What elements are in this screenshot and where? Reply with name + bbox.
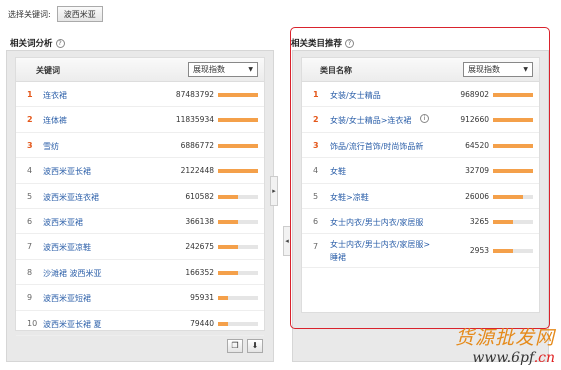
index-bar-fill <box>218 321 228 326</box>
keyword-link[interactable]: 波西米亚连衣裙 <box>43 192 99 203</box>
index-bar-fill <box>218 169 258 174</box>
table-row: 4 波西米亚长裙 2122448 <box>16 158 264 184</box>
rank-number: 5 <box>27 191 33 201</box>
rank-number: 7 <box>27 242 33 252</box>
highlight-box <box>290 27 550 329</box>
rank-number: 6 <box>27 216 33 226</box>
watermark-title: 货源批发网 <box>454 327 555 349</box>
related-words-title: 相关词分析 ? <box>10 37 65 49</box>
watermark-url-main: www.6pf <box>472 350 534 366</box>
index-value: 2122448 <box>180 166 214 176</box>
keyword-link[interactable]: 沙滩裙 波西米亚 <box>43 268 102 279</box>
copy-icon[interactable]: ❐ <box>227 339 243 353</box>
index-value: 166352 <box>185 267 214 277</box>
index-value: 95931 <box>190 293 214 303</box>
selected-keyword-button[interactable]: 波西米亚 <box>56 6 103 22</box>
index-bar <box>218 219 258 224</box>
rank-number: 3 <box>27 140 33 150</box>
related-words-title-text: 相关词分析 <box>10 39 53 49</box>
table-header: 关键词 展现指数 ▼ <box>16 58 264 82</box>
index-bar-fill <box>218 118 258 123</box>
index-value: 11835934 <box>175 115 214 125</box>
rank-number: 2 <box>27 115 33 125</box>
index-bar <box>218 118 258 123</box>
keyword-link[interactable]: 波西米亚长裙 夏 <box>43 319 102 330</box>
table-row: 1 连衣裙 87483792 <box>16 82 264 108</box>
index-bar-fill <box>218 245 238 250</box>
index-bar-fill <box>218 194 238 199</box>
keyword-link[interactable]: 波西米亚凉鞋 <box>43 242 91 253</box>
metric-select-value: 展现指数 <box>193 65 225 74</box>
index-bar <box>218 245 258 250</box>
rank-number: 9 <box>27 293 33 303</box>
keyword-link[interactable]: 波西米亚裙 <box>43 217 83 228</box>
index-bar <box>218 270 258 275</box>
expand-right-handle[interactable]: ▸ <box>270 176 278 206</box>
rank-number: 10 <box>27 318 38 328</box>
help-icon[interactable]: ? <box>55 38 65 48</box>
rank-number: 8 <box>27 267 33 277</box>
keyword-link[interactable]: 连体裤 <box>43 115 67 126</box>
index-value: 79440 <box>190 318 214 328</box>
table-row: 9 波西米亚短裙 95931 <box>16 285 264 311</box>
index-bar <box>218 143 258 148</box>
table-row: 3 雪纺 6886772 <box>16 133 264 159</box>
keyword-link[interactable]: 波西米亚长裙 <box>43 166 91 177</box>
watermark-url-tld: .cn <box>533 350 555 366</box>
watermark-url: www.6pf.cn <box>455 350 555 366</box>
index-value: 366138 <box>185 216 214 226</box>
keyword-link[interactable]: 波西米亚短裙 <box>43 293 91 304</box>
index-bar-fill <box>218 93 258 97</box>
download-icon[interactable]: ⬇ <box>247 339 263 353</box>
index-bar-fill <box>218 143 258 148</box>
table-row: 6 波西米亚裙 366138 <box>16 209 264 235</box>
chevron-down-icon: ▼ <box>248 66 253 73</box>
index-value: 6886772 <box>180 140 214 150</box>
watermark: 货源批发网 www.6pf.cn <box>455 323 555 366</box>
keyword-link[interactable]: 连衣裙 <box>43 90 67 101</box>
index-value: 87483792 <box>175 90 214 99</box>
index-bar <box>218 194 258 199</box>
rank-number: 4 <box>27 166 33 176</box>
index-bar <box>218 321 258 326</box>
index-value: 242675 <box>185 242 214 252</box>
related-words-table: 关键词 展现指数 ▼ 1 连衣裙 87483792 2 连体裤 11835934 3 雪纺 68… <box>15 57 265 336</box>
table-row: 10 波西米亚长裙 夏 79440 <box>16 311 264 336</box>
keyword-selector-label: 选择关键词: <box>8 9 51 19</box>
table-row: 5 波西米亚连衣裙 610582 <box>16 184 264 209</box>
column-header-keyword: 关键词 <box>36 66 60 75</box>
keyword-link[interactable]: 雪纺 <box>43 141 59 152</box>
index-bar-fill <box>218 296 228 301</box>
index-bar <box>218 93 258 97</box>
metric-select[interactable]: 展现指数 ▼ <box>188 62 258 77</box>
index-bar-fill <box>218 219 238 224</box>
table-row: 8 沙滩裙 波西米亚 166352 <box>16 260 264 286</box>
related-words-panel: 关键词 展现指数 ▼ 1 连衣裙 87483792 2 连体裤 11835934 3 雪纺 68… <box>6 50 274 362</box>
keyword-selector-bar: 选择关键词: 波西米亚 <box>8 6 103 22</box>
index-value: 610582 <box>185 191 214 201</box>
table-row: 7 波西米亚凉鞋 242675 <box>16 234 264 260</box>
index-bar <box>218 169 258 174</box>
index-bar-fill <box>218 270 238 275</box>
rank-number: 1 <box>27 90 33 99</box>
table-body: 1 连衣裙 87483792 2 连体裤 11835934 3 雪纺 6886772 4 波西米亚长… <box>16 82 264 336</box>
index-bar <box>218 296 258 301</box>
table-row: 2 连体裤 11835934 <box>16 107 264 133</box>
